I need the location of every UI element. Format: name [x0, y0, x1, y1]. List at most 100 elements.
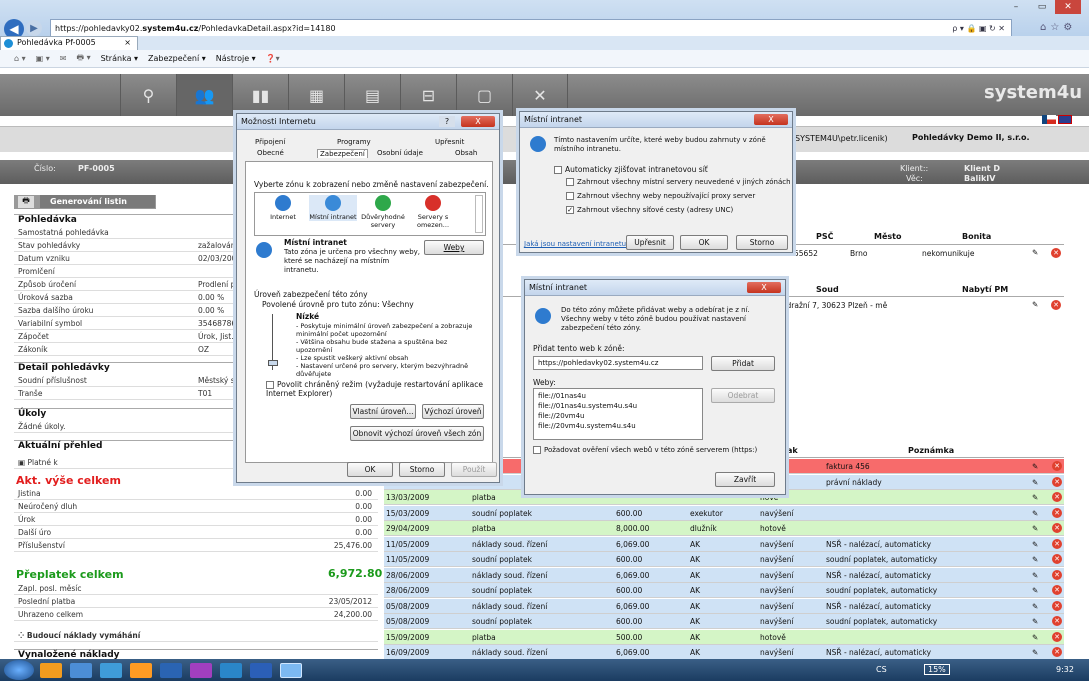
tab-0[interactable]: Připojení: [255, 138, 285, 146]
taskbar-ie-active-icon[interactable]: [280, 663, 302, 678]
close-window-button[interactable]: ✕: [1055, 0, 1081, 14]
zone-list[interactable]: Internet Místní intranet Důvěryhodné ser…: [254, 192, 486, 236]
help-button[interactable]: ?: [439, 116, 455, 127]
opt2-row[interactable]: Zahrnout všechny weby nepoužívající prox…: [566, 192, 755, 201]
maximize-button[interactable]: ▭: [1029, 0, 1055, 14]
table-row[interactable]: 15/03/2009 soudní poplatek 600.00 exekut…: [384, 505, 1064, 521]
edit-icon[interactable]: ✎: [1032, 459, 1038, 474]
storno-button[interactable]: Storno: [736, 235, 788, 250]
tab-bottom-2[interactable]: Osobní údaje: [375, 149, 425, 157]
table-row[interactable]: 15/09/2009 platba 500.00 AK hotově ✎ ✕: [384, 629, 1064, 645]
obnovit-button[interactable]: Obnovit výchozí úroveň všech zón: [350, 426, 484, 441]
close-button[interactable]: X: [754, 114, 788, 125]
edit-icon[interactable]: ✎: [1032, 583, 1038, 598]
add-site-input[interactable]: https://pohledavky02.system4u.cz: [533, 356, 703, 370]
home-icon[interactable]: ⌂ ▾: [14, 54, 26, 63]
intranet-help-link[interactable]: Jaká jsou nastavení intranetu?: [524, 240, 630, 249]
site-item[interactable]: file://01nas4u: [534, 389, 702, 401]
protected-mode[interactable]: Povolit chráněný režim (vyžaduje restart…: [266, 380, 484, 398]
table-row[interactable]: 28/06/2009 náklady soud. řízení 6,069.00…: [384, 567, 1064, 583]
tab-bottom-3[interactable]: Obsah: [453, 149, 479, 157]
delete-icon[interactable]: ✕: [1052, 554, 1062, 564]
delete-icon[interactable]: ✕: [1052, 492, 1062, 502]
inbox-icon[interactable]: ⊟: [400, 74, 456, 116]
zone-scrollbar[interactable]: [475, 195, 483, 233]
print-icon[interactable]: 🖶: [18, 196, 34, 208]
upresnit-button[interactable]: Upřesnit: [626, 235, 674, 250]
print-icon[interactable]: 🖶 ▾: [76, 52, 90, 66]
table-row[interactable]: 29/04/2009 platba 8,000.00 dlužník hotov…: [384, 521, 1064, 536]
delete-icon[interactable]: ✕: [1052, 538, 1062, 549]
zoom-indicator[interactable]: 15%: [924, 664, 950, 675]
delete-icon[interactable]: ✕: [1052, 585, 1062, 595]
table-row[interactable]: 05/08/2009 náklady soud. řízení 6,069.00…: [384, 598, 1064, 614]
close-button[interactable]: X: [461, 116, 495, 127]
menu-nastroje[interactable]: Nástroje ▾: [216, 54, 256, 63]
storno-button[interactable]: Storno: [399, 462, 445, 477]
edit-icon[interactable]: ✎: [1032, 490, 1038, 505]
site-item[interactable]: file://20vm4u.system4u.s4u: [534, 421, 702, 431]
site-item[interactable]: file://20vm4u: [534, 411, 702, 421]
opt3-checkbox[interactable]: ✓: [566, 206, 574, 214]
slider-thumb[interactable]: [268, 360, 278, 366]
table-row[interactable]: 16/09/2009 náklady soud. řízení 6,069.00…: [384, 645, 1064, 660]
ok-button[interactable]: OK: [680, 235, 728, 250]
help-icon[interactable]: ❓▾: [266, 54, 280, 63]
delete-icon[interactable]: ✕: [1052, 631, 1062, 642]
people-icon[interactable]: 👥: [176, 74, 232, 116]
edit-icon[interactable]: ✎: [1032, 614, 1038, 629]
gear-icon[interactable]: ⚙: [1063, 22, 1072, 33]
edit-icon[interactable]: ✎: [1032, 521, 1038, 536]
vychozi-uroven-button[interactable]: Výchozí úroveň: [422, 404, 484, 419]
zone-item[interactable]: Důvěryhodné servery: [359, 195, 407, 229]
require-https-checkbox[interactable]: [533, 446, 541, 454]
tab-bottom-0[interactable]: Obecné: [255, 149, 286, 157]
document-icon[interactable]: ▢: [456, 74, 512, 116]
tools-icon[interactable]: ✕: [512, 74, 568, 116]
table-row[interactable]: 11/05/2009 náklady soud. řízení 6,069.00…: [384, 536, 1064, 552]
delete-icon[interactable]: ✕: [1052, 523, 1062, 533]
opt1-checkbox[interactable]: [566, 178, 574, 186]
require-https-row[interactable]: Požadovat ověření všech webů v této zóně…: [533, 446, 757, 455]
taskbar-app-icon[interactable]: [190, 663, 212, 678]
pridat-button[interactable]: Přidat: [711, 356, 775, 371]
search-icon[interactable]: ⚲: [120, 74, 176, 116]
auto-detect-checkbox[interactable]: [554, 166, 562, 174]
edit-icon[interactable]: ✎: [1032, 568, 1038, 583]
uk-flag-icon[interactable]: [1058, 114, 1072, 124]
pouzit-button[interactable]: Použít: [451, 462, 497, 477]
odebrat-button[interactable]: Odebrat: [711, 388, 775, 403]
opt2-checkbox[interactable]: [566, 192, 574, 200]
edit-icon[interactable]: ✎: [1032, 475, 1038, 490]
taskbar-app-icon[interactable]: [100, 663, 122, 678]
menu-zabezpeceni[interactable]: Zabezpečení ▾: [148, 54, 206, 63]
table-row[interactable]: 05/08/2009 soudní poplatek 600.00 AK nav…: [384, 614, 1064, 629]
opt3-row[interactable]: ✓ Zahrnout všechny síťové cesty (adresy U…: [566, 206, 733, 215]
lang-indicator[interactable]: CS: [876, 665, 887, 674]
opt1-row[interactable]: Zahrnout všechny místní servery neuveden…: [566, 178, 791, 187]
delete-icon[interactable]: ✕: [1052, 600, 1062, 611]
delete-icon[interactable]: ✕: [1051, 300, 1061, 310]
feeds-icon[interactable]: ▣ ▾: [36, 54, 50, 63]
delete-icon[interactable]: ✕: [1051, 248, 1061, 258]
ok-button[interactable]: OK: [347, 462, 393, 477]
close-button[interactable]: X: [747, 282, 781, 293]
budouci-naklady[interactable]: ⁘ Budoucí náklady vymáhání: [14, 630, 378, 642]
home-icon[interactable]: ⌂: [1040, 22, 1046, 33]
edit-icon[interactable]: ✎: [1032, 630, 1038, 645]
tab-2[interactable]: Upřesnit: [435, 138, 464, 146]
table-row[interactable]: 11/05/2009 soudní poplatek 600.00 AK nav…: [384, 552, 1064, 567]
tab-close-icon[interactable]: ×: [124, 37, 131, 49]
protected-checkbox[interactable]: [266, 381, 274, 389]
delete-icon[interactable]: ✕: [1052, 476, 1062, 487]
zone-item[interactable]: Servery s omezen...: [409, 195, 457, 229]
calendar-icon[interactable]: ▦: [288, 74, 344, 116]
zone-item[interactable]: Internet: [259, 195, 307, 221]
generovani-listin-button[interactable]: Generování listin: [40, 195, 155, 208]
taskbar-app-icon[interactable]: [220, 663, 242, 678]
edit-icon[interactable]: ✎: [1032, 552, 1038, 567]
czech-flag-icon[interactable]: [1042, 114, 1056, 124]
sites-list[interactable]: file://01nas4u file://01nas4u.system4u.s4…: [533, 388, 703, 440]
taskbar-app-icon[interactable]: [40, 663, 62, 678]
delete-icon[interactable]: ✕: [1052, 569, 1062, 580]
